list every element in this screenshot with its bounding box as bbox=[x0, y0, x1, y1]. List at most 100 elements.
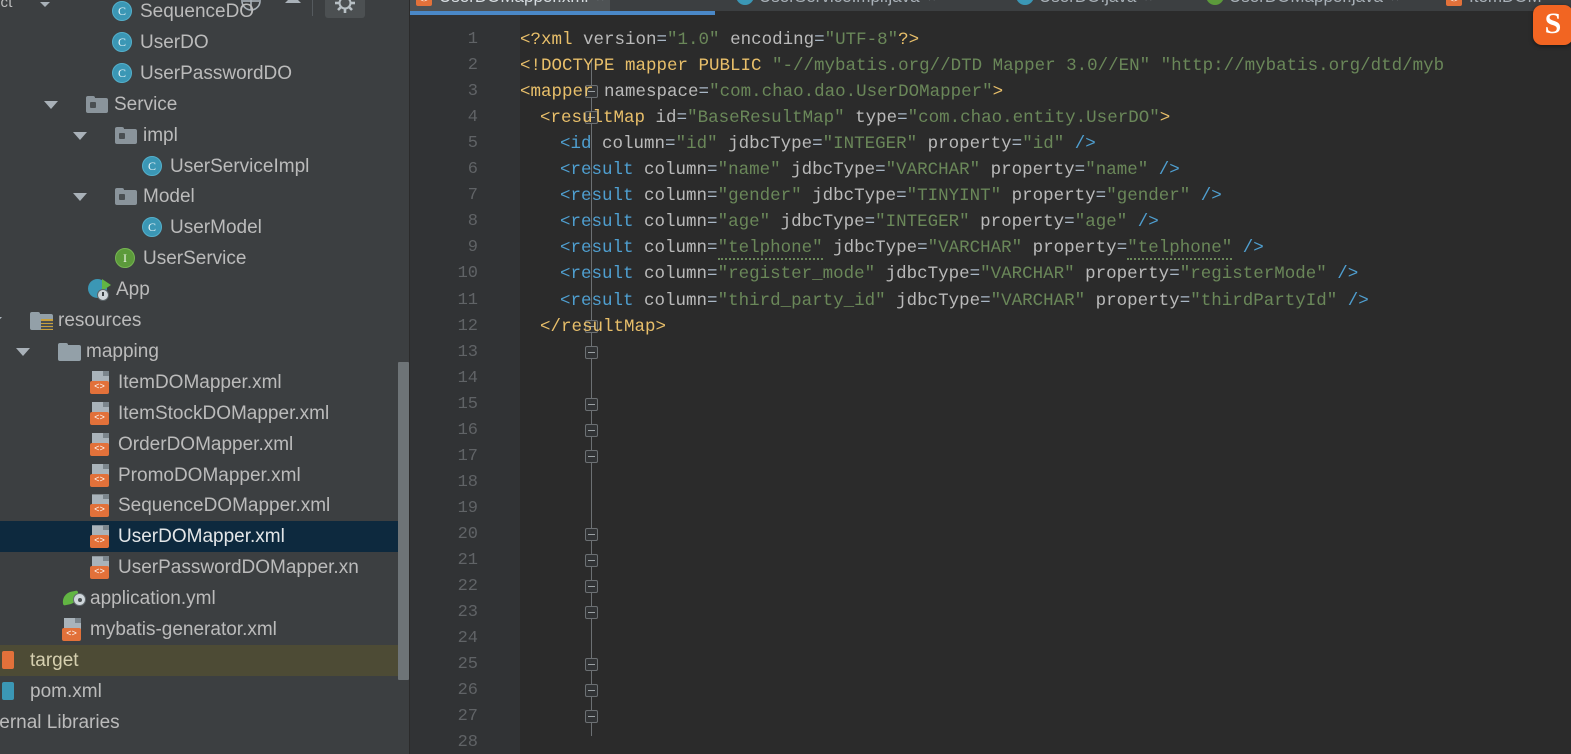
tree-item-ternal-libraries[interactable]: ternal Libraries bbox=[0, 707, 410, 738]
class-icon: C bbox=[112, 62, 132, 83]
tree-item-label: UserServiceImpl bbox=[170, 155, 310, 177]
xml-file-icon: <> bbox=[1446, 0, 1464, 6]
code-line-12[interactable]: </resultMap> bbox=[540, 314, 666, 340]
line-number: 19 bbox=[457, 498, 478, 518]
line-number: 11 bbox=[457, 290, 478, 310]
close-icon[interactable]: × bbox=[596, 0, 604, 5]
close-icon[interactable]: × bbox=[928, 0, 936, 5]
close-icon[interactable]: × bbox=[1391, 0, 1399, 5]
tree-item-label: Model bbox=[143, 186, 195, 208]
expand-arrow-icon[interactable] bbox=[73, 193, 87, 202]
tree-item-app[interactable]: App bbox=[0, 274, 410, 305]
editor-tab-label: UserDO.java bbox=[1039, 0, 1136, 7]
tree-item-label: SequenceDOMapper.xml bbox=[118, 495, 331, 517]
code-line-10[interactable]: <result column="register_mode" jdbcType=… bbox=[560, 261, 1358, 287]
code-line-6[interactable]: <result column="name" jdbcType="VARCHAR"… bbox=[560, 157, 1180, 183]
tree-item-userdo[interactable]: C UserDO bbox=[0, 27, 410, 58]
tree-item-orderdomapper-xml[interactable]: <> OrderDOMapper.xml bbox=[0, 429, 410, 460]
folder-icon bbox=[58, 342, 81, 361]
tree-item-label: UserDO bbox=[140, 31, 209, 53]
tree-item-userserviceimpl[interactable]: C UserServiceImpl bbox=[0, 151, 410, 182]
expand-arrow-icon[interactable] bbox=[16, 347, 30, 356]
line-number: 27 bbox=[457, 707, 478, 727]
line-number: 17 bbox=[457, 446, 478, 466]
code-line-8[interactable]: <result column="age" jdbcType="INTEGER" … bbox=[560, 209, 1159, 235]
tree-item-mybatis-generator-xml[interactable]: <> mybatis-generator.xml bbox=[0, 614, 410, 645]
tree-item-label: OrderDOMapper.xml bbox=[118, 433, 294, 455]
tree-item-mapping[interactable]: mapping bbox=[0, 336, 410, 367]
code-line-7[interactable]: <result column="gender" jdbcType="TINYIN… bbox=[560, 183, 1222, 209]
line-number: 5 bbox=[467, 134, 478, 154]
code-line-3[interactable]: <mapper namespace="com.chao.dao.UserDOMa… bbox=[520, 79, 1003, 105]
tree-item-label: ternal Libraries bbox=[0, 711, 120, 733]
editor-tab-userdo-java[interactable]: C UserDO.java × bbox=[1010, 0, 1159, 11]
editor-tab-strip[interactable]: <> UserDOMapper.xml × C UserServiceImpl.java… bbox=[410, 0, 1571, 11]
editor-tab-itemdom[interactable]: <> ItemDOM bbox=[1440, 0, 1548, 11]
tree-item-label: UserDOMapper.xml bbox=[118, 526, 285, 548]
tree-item-sequencedo[interactable]: C SequenceDO bbox=[0, 0, 410, 27]
tree-item-target[interactable]: target bbox=[0, 644, 410, 676]
tree-item-label: UserModel bbox=[170, 217, 262, 239]
error-stripe-scrollbar[interactable] bbox=[1558, 15, 1571, 754]
java-class-icon: C bbox=[736, 0, 754, 6]
tree-item-label: target bbox=[30, 649, 79, 671]
tree-item-itemdomapper-xml[interactable]: <> ItemDOMapper.xml bbox=[0, 367, 410, 398]
xml-file-icon: <> bbox=[416, 0, 434, 6]
tree-item-label: mybatis-generator.xml bbox=[90, 619, 277, 640]
yml-file-icon bbox=[60, 588, 88, 608]
tree-item-promodomapper-xml[interactable]: <> PromoDOMapper.xml bbox=[0, 460, 410, 491]
code-content[interactable]: <?xml version="1.0" encoding="UTF-8"?> <!… bbox=[520, 15, 1571, 754]
line-number: 18 bbox=[457, 472, 478, 492]
close-icon[interactable]: × bbox=[1144, 0, 1152, 5]
tree-item-service[interactable]: Service bbox=[0, 89, 410, 120]
interface-icon: I bbox=[115, 248, 135, 269]
editor-tab-userdomapper-xml[interactable]: <> UserDOMapper.xml × bbox=[410, 0, 611, 11]
line-number: 20 bbox=[457, 524, 478, 544]
line-number: 25 bbox=[457, 655, 478, 675]
code-line-4[interactable]: <resultMap id="BaseResultMap" type="com.… bbox=[540, 105, 1170, 131]
tree-item-pom-xml[interactable]: pom.xml bbox=[0, 676, 410, 707]
class-icon: C bbox=[112, 1, 132, 21]
expand-arrow-icon[interactable] bbox=[73, 131, 87, 140]
code-line-9[interactable]: <result column="telphone" jdbcType="VARC… bbox=[560, 235, 1264, 261]
tree-item-usermodel[interactable]: C UserModel bbox=[0, 212, 410, 243]
line-number: 28 bbox=[457, 733, 478, 753]
sogou-input-logo[interactable]: S bbox=[1533, 5, 1571, 45]
expand-arrow-icon[interactable] bbox=[44, 100, 58, 109]
sidebar-scrollbar-thumb[interactable] bbox=[398, 362, 409, 680]
tree-item-itemstockdomapper-xml[interactable]: <> ItemStockDOMapper.xml bbox=[0, 398, 410, 429]
tree-item-resources[interactable]: resources bbox=[0, 305, 410, 336]
editor-tab-userserviceimpl-java[interactable]: C UserServiceImpl.java × bbox=[730, 0, 942, 11]
tree-item-impl[interactable]: impl bbox=[0, 120, 410, 151]
package-icon bbox=[115, 126, 137, 144]
code-line-1[interactable]: <?xml version="1.0" encoding="UTF-8"?> bbox=[520, 27, 919, 53]
tree-item-sequencedomapper-xml[interactable]: <> SequenceDOMapper.xml bbox=[0, 490, 410, 521]
tree-item-userpassworddomapper-xn[interactable]: <> UserPasswordDOMapper.xn bbox=[0, 552, 410, 583]
line-number: 13 bbox=[457, 342, 478, 362]
xml-file-icon: <> bbox=[90, 432, 112, 456]
editor-tab-userdomapper-java[interactable]: I UserDOMapper.java × bbox=[1200, 0, 1405, 11]
ide-window: ect CSequenceDOCUser bbox=[0, 0, 1571, 754]
code-line-2[interactable]: <!DOCTYPE mapper PUBLIC "-//mybatis.org/… bbox=[520, 53, 1444, 79]
line-number: 26 bbox=[457, 681, 478, 701]
tree-item-userservice[interactable]: I UserService bbox=[0, 243, 410, 274]
tree-item-model[interactable]: Model bbox=[0, 181, 410, 212]
line-number: 22 bbox=[457, 577, 478, 597]
expand-arrow-icon[interactable] bbox=[0, 317, 2, 325]
class-icon: C bbox=[112, 31, 132, 52]
tree-item-label: pom.xml bbox=[30, 680, 102, 702]
code-folding-gutter[interactable] bbox=[493, 15, 598, 754]
line-number: 2 bbox=[467, 56, 478, 76]
code-editor[interactable]: <> UserDOMapper.xml × C UserServiceImpl.java… bbox=[410, 0, 1571, 754]
pom-file-icon bbox=[2, 681, 14, 700]
java-iface-icon: I bbox=[1206, 0, 1224, 6]
line-number: 16 bbox=[457, 420, 478, 440]
project-tree[interactable]: C SequenceDO C UserDO C UserPasswordDO Service… bbox=[0, 1, 410, 754]
tree-item-userdomapper-xml[interactable]: <> UserDOMapper.xml bbox=[0, 521, 410, 553]
tree-item-userpassworddo[interactable]: C UserPasswordDO bbox=[0, 58, 410, 89]
tree-item-label: UserPasswordDOMapper.xn bbox=[118, 557, 359, 579]
code-line-11[interactable]: <result column="third_party_id" jdbcType… bbox=[560, 288, 1369, 314]
tree-item-application-yml[interactable]: application.yml bbox=[0, 583, 410, 614]
tree-item-label: mapping bbox=[86, 340, 159, 362]
code-line-5[interactable]: <id column="id" jdbcType="INTEGER" prope… bbox=[560, 131, 1096, 157]
